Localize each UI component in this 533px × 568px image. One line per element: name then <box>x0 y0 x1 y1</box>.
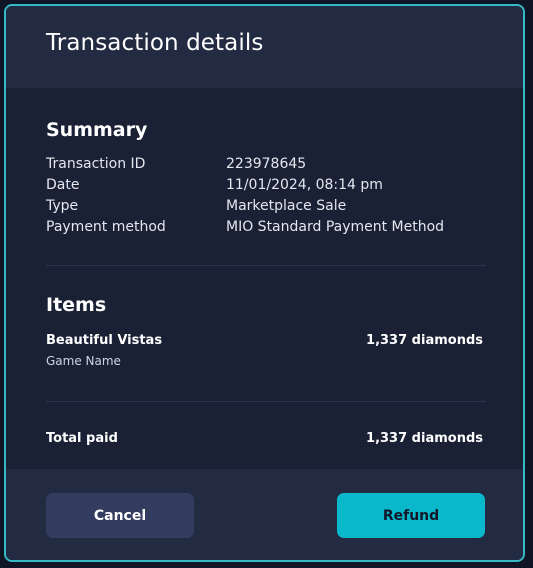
dialog-footer: Cancel Refund <box>6 469 523 560</box>
cancel-button[interactable]: Cancel <box>46 493 194 538</box>
summary-label: Payment method <box>46 219 166 235</box>
summary-value: Marketplace Sale <box>226 198 347 214</box>
summary-row-type: Type Marketplace Sale <box>46 198 486 219</box>
dialog-body: Summary Transaction ID 223978645 Date 11… <box>6 88 523 469</box>
items-heading: Items <box>46 294 107 316</box>
summary-value: MIO Standard Payment Method <box>226 219 445 235</box>
section-divider <box>46 401 486 402</box>
summary-label: Date <box>46 177 80 193</box>
item-subtitle: Game Name <box>46 354 121 368</box>
summary-row-transaction-id: Transaction ID 223978645 <box>46 156 486 177</box>
summary-value: 11/01/2024, 08:14 pm <box>226 177 383 193</box>
summary-value: 223978645 <box>226 156 307 172</box>
transaction-details-dialog: Transaction details Summary Transaction … <box>4 4 525 562</box>
summary-heading: Summary <box>46 119 148 141</box>
item-name: Beautiful Vistas <box>46 333 163 348</box>
section-divider <box>46 265 486 266</box>
dialog-header: Transaction details <box>6 6 523 88</box>
summary-row-date: Date 11/01/2024, 08:14 pm <box>46 177 486 198</box>
total-label: Total paid <box>46 431 118 446</box>
summary-label: Transaction ID <box>46 156 146 172</box>
summary-row-payment-method: Payment method MIO Standard Payment Meth… <box>46 219 486 240</box>
dialog-title: Transaction details <box>46 30 264 56</box>
refund-button[interactable]: Refund <box>337 493 485 538</box>
item-price: 1,337 diamonds <box>366 333 483 348</box>
total-value: 1,337 diamonds <box>366 431 483 446</box>
summary-label: Type <box>46 198 79 214</box>
